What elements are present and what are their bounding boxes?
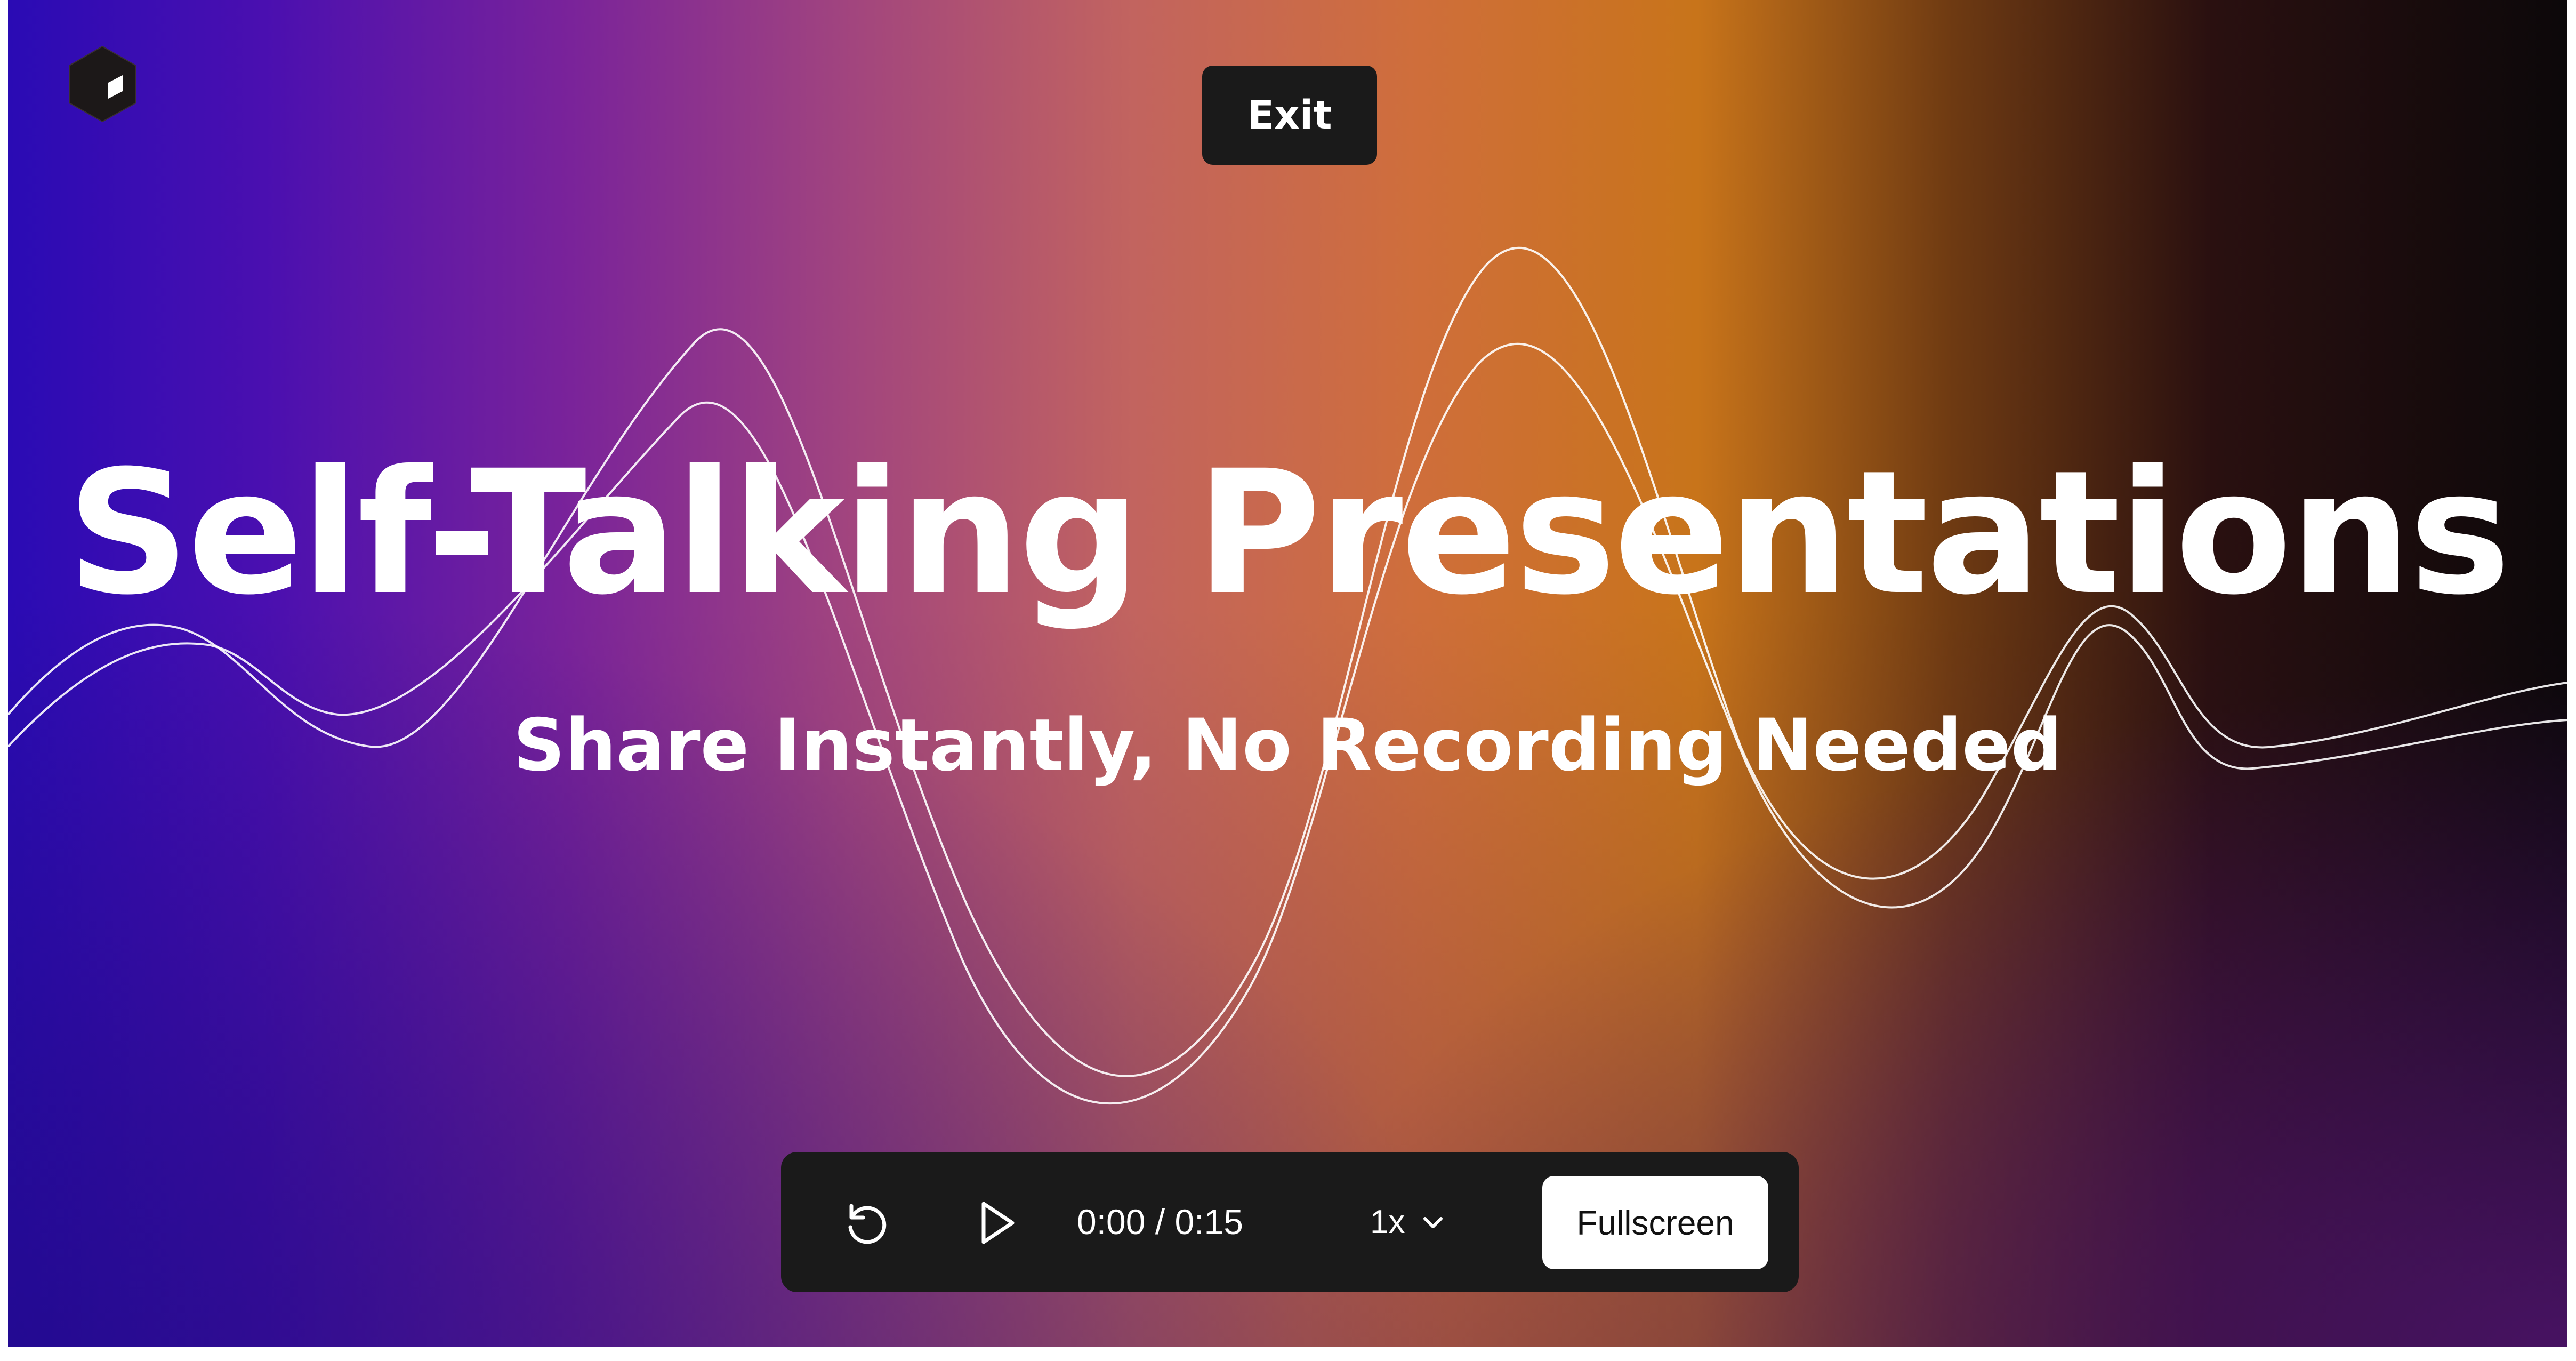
- player-control-bar: 0:00 / 0:15 1x Fullscreen: [781, 1152, 1799, 1292]
- replay-icon[interactable]: [841, 1196, 894, 1250]
- playback-speed-value: 1x: [1370, 1204, 1405, 1240]
- fullscreen-button[interactable]: Fullscreen: [1542, 1176, 1768, 1269]
- cube-icon[interactable]: [67, 45, 139, 123]
- wave-lines-decoration: [8, 247, 2567, 1105]
- exit-button[interactable]: Exit: [1202, 66, 1377, 165]
- slide-subtitle: Share Instantly, No Recording Needed: [513, 703, 2063, 787]
- playback-speed-select[interactable]: 1x: [1370, 1195, 1445, 1250]
- playback-time: 0:00 / 0:15: [1077, 1202, 1243, 1242]
- presentation-slide: Exit Self-Talking Presentations Share In…: [8, 0, 2567, 1347]
- play-icon[interactable]: [969, 1196, 1022, 1250]
- chevron-down-icon: [1423, 1216, 1443, 1228]
- slide-title: Self-Talking Presentations: [67, 434, 2510, 633]
